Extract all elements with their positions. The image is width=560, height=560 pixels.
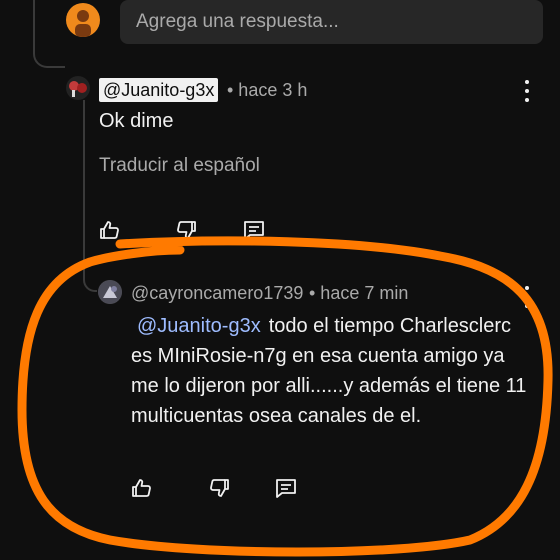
thread-connector-curve	[83, 236, 97, 292]
thread-connector-main	[33, 0, 65, 68]
translate-link[interactable]: Traducir al español	[99, 155, 260, 177]
comment1-author[interactable]: @Juanito-g3x	[99, 78, 219, 102]
more-vert-icon[interactable]	[523, 80, 531, 102]
current-user-avatar	[66, 3, 100, 37]
thumbs-down-icon[interactable]	[172, 216, 200, 244]
reply-icon[interactable]	[272, 474, 300, 502]
comment1-time: • hace 3 h	[227, 80, 308, 100]
more-vert-icon[interactable]	[523, 286, 531, 308]
thumbs-up-icon[interactable]	[128, 474, 156, 502]
juanito-avatar	[66, 76, 90, 100]
reply-icon[interactable]	[240, 216, 268, 244]
comment2-time: • hace 7 min	[309, 283, 409, 303]
thumbs-up-icon[interactable]	[96, 216, 124, 244]
comment2-author[interactable]: @cayroncamero1739	[131, 283, 303, 304]
comment2-text: @Juanito-g3x todo el tiempo Charlesclerc …	[131, 311, 536, 431]
thumbs-down-icon[interactable]	[205, 474, 233, 502]
thread-connector-reply	[83, 100, 85, 250]
reply-input[interactable]: Agrega una respuesta...	[120, 0, 543, 44]
cayron-avatar	[98, 280, 122, 304]
comment1-text: Ok dime	[99, 110, 174, 132]
comment2-mention[interactable]: @Juanito-g3x	[137, 315, 261, 337]
